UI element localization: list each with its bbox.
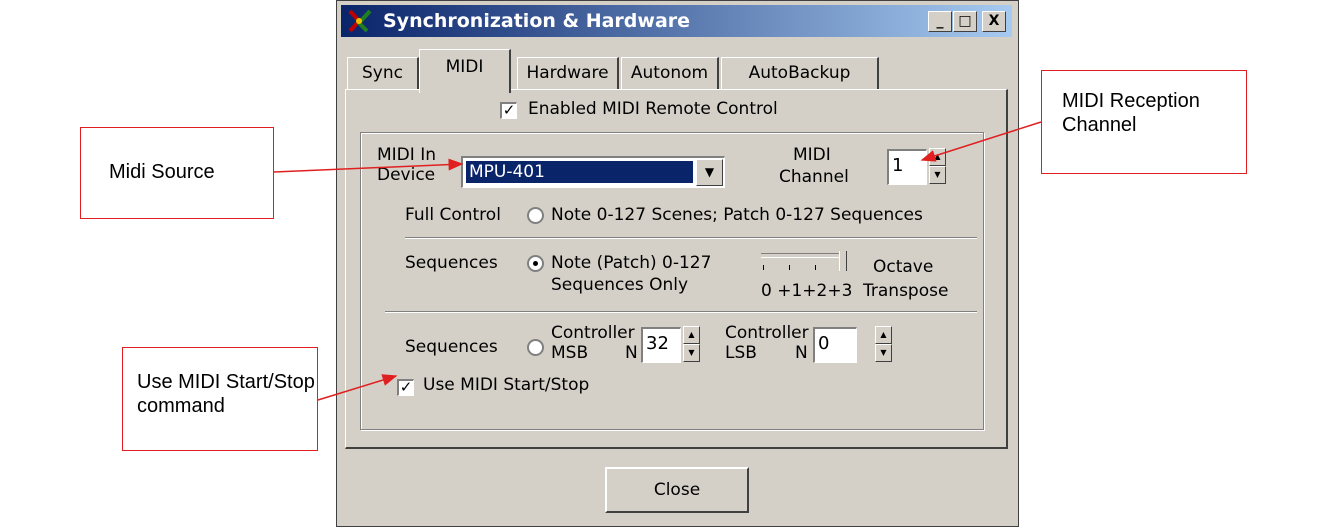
tab-midi[interactable]: MIDI (419, 49, 511, 93)
arrow-reception-channel (920, 121, 1042, 162)
annotation-arrows (273, 121, 1042, 401)
arrow-midi-source (273, 158, 464, 173)
arrow-start-stop (317, 374, 398, 401)
